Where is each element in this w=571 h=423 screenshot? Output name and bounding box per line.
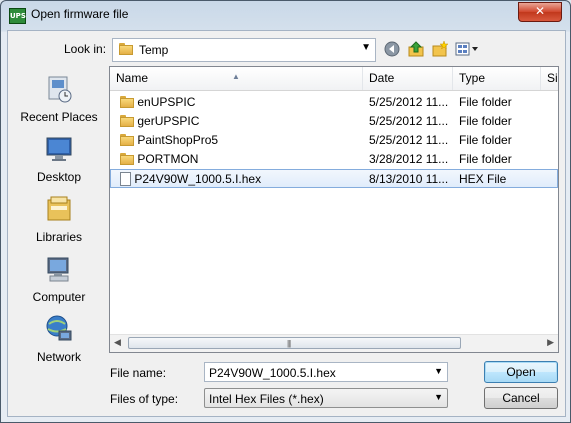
file-name: PORTMON xyxy=(137,152,199,166)
list-item[interactable]: PaintShopPro5 5/25/2012 11... File folde… xyxy=(110,131,558,150)
new-folder-icon xyxy=(432,41,448,57)
filetype-value: Intel Hex Files (*.hex) xyxy=(209,392,324,406)
filetype-label: Files of type: xyxy=(110,392,179,406)
file-date: 5/25/2012 11... xyxy=(369,114,449,128)
window-title: Open firmware file xyxy=(31,7,129,21)
place-label: Libraries xyxy=(35,230,83,244)
up-folder-icon xyxy=(408,41,424,57)
file-date: 8/13/2010 11... xyxy=(369,172,449,186)
list-item[interactable]: gerUPSPIC 5/25/2012 11... File folder xyxy=(110,112,558,131)
ups-app-icon: UPS xyxy=(9,8,26,24)
place-label: Desktop xyxy=(36,170,82,184)
place-label: Computer xyxy=(32,290,86,304)
place-label: Network xyxy=(36,350,81,364)
column-header-row: Name▲ Date Type Size xyxy=(110,67,558,91)
file-date: 3/28/2012 11... xyxy=(369,152,449,166)
back-button[interactable] xyxy=(382,39,402,59)
filename-value: P24V90W_1000.5.I.hex xyxy=(209,366,336,380)
horizontal-scrollbar[interactable]: ◀ ||| ▶ xyxy=(110,334,558,352)
file-type: HEX File xyxy=(459,172,507,186)
views-menu-icon xyxy=(455,42,478,56)
scroll-thumb[interactable]: ||| xyxy=(128,337,461,349)
place-recent-places[interactable]: Recent Places xyxy=(14,74,104,132)
chevron-down-icon: ▼ xyxy=(361,42,371,53)
title-bar[interactable]: UPS Open firmware file ✕ xyxy=(1,1,570,29)
close-button[interactable]: ✕ xyxy=(518,2,562,22)
place-network[interactable]: Network xyxy=(14,314,104,372)
views-menu-button[interactable] xyxy=(454,39,480,59)
column-header-date[interactable]: Date xyxy=(363,67,453,90)
place-desktop[interactable]: Desktop xyxy=(14,134,104,192)
computer-icon xyxy=(47,257,69,282)
file-name: P24V90W_1000.5.I.hex xyxy=(134,172,262,186)
filename-input[interactable]: P24V90W_1000.5.I.hex ▼ xyxy=(204,362,448,382)
column-header-type[interactable]: Type xyxy=(453,67,541,90)
file-date: 5/25/2012 11... xyxy=(369,95,449,109)
folder-icon xyxy=(120,153,134,165)
list-item-selected[interactable]: P24V90W_1000.5.I.hex 8/13/2010 11... HEX… xyxy=(110,169,558,188)
places-bar: Recent Places Desktop Libraries Computer… xyxy=(8,66,108,376)
list-item[interactable]: PORTMON 3/28/2012 11... File folder xyxy=(110,150,558,169)
recent-places-icon xyxy=(48,76,72,103)
open-button[interactable]: Open xyxy=(484,361,558,383)
filename-label: File name: xyxy=(110,366,167,380)
place-label: Recent Places xyxy=(20,110,98,124)
file-type: File folder xyxy=(459,95,512,109)
folder-icon xyxy=(120,96,134,108)
folder-icon xyxy=(120,115,134,127)
file-name: PaintShopPro5 xyxy=(137,133,219,147)
column-header-name[interactable]: Name ▲ xyxy=(110,67,363,90)
up-folder-button[interactable] xyxy=(406,39,426,59)
place-computer[interactable]: Computer xyxy=(14,254,104,312)
file-name: gerUPSPIC xyxy=(137,114,200,128)
new-folder-button[interactable] xyxy=(430,39,450,59)
sort-ascending-icon: ▲ xyxy=(232,72,240,81)
file-type: File folder xyxy=(459,133,512,147)
column-header-size[interactable]: Size xyxy=(541,67,558,90)
scroll-left-icon[interactable]: ◀ xyxy=(114,337,121,348)
chevron-down-icon: ▼ xyxy=(434,392,443,402)
filetype-dropdown[interactable]: Intel Hex Files (*.hex) ▼ xyxy=(204,388,448,408)
file-list[interactable]: Name▲ Date Type Size enUPSPIC 5/25/2012 … xyxy=(109,66,559,353)
network-icon xyxy=(46,315,72,341)
file-type: File folder xyxy=(459,114,512,128)
file-icon xyxy=(120,172,131,186)
folder-icon xyxy=(119,43,133,55)
file-type: File folder xyxy=(459,152,512,166)
back-icon xyxy=(384,41,400,57)
open-file-dialog: UPS Open firmware file ✕ Look in: Temp ▼… xyxy=(0,0,571,423)
desktop-icon xyxy=(46,137,72,161)
chevron-down-icon[interactable]: ▼ xyxy=(434,366,443,376)
cancel-button[interactable]: Cancel xyxy=(484,387,558,409)
lookin-dropdown[interactable]: Temp ▼ xyxy=(112,38,376,62)
folder-icon xyxy=(120,134,134,146)
grip-icon: ||| xyxy=(287,339,291,348)
lookin-label: Look in: xyxy=(64,42,107,56)
dialog-body: Look in: Temp ▼ Recent Places Desktop Li… xyxy=(7,30,566,417)
libraries-icon xyxy=(47,196,71,221)
list-item[interactable]: enUPSPIC 5/25/2012 11... File folder xyxy=(110,93,558,112)
file-date: 5/25/2012 11... xyxy=(369,133,449,147)
lookin-value: Temp xyxy=(139,43,169,57)
file-name: enUPSPIC xyxy=(137,95,196,109)
place-libraries[interactable]: Libraries xyxy=(14,194,104,252)
scroll-right-icon[interactable]: ▶ xyxy=(547,337,554,348)
